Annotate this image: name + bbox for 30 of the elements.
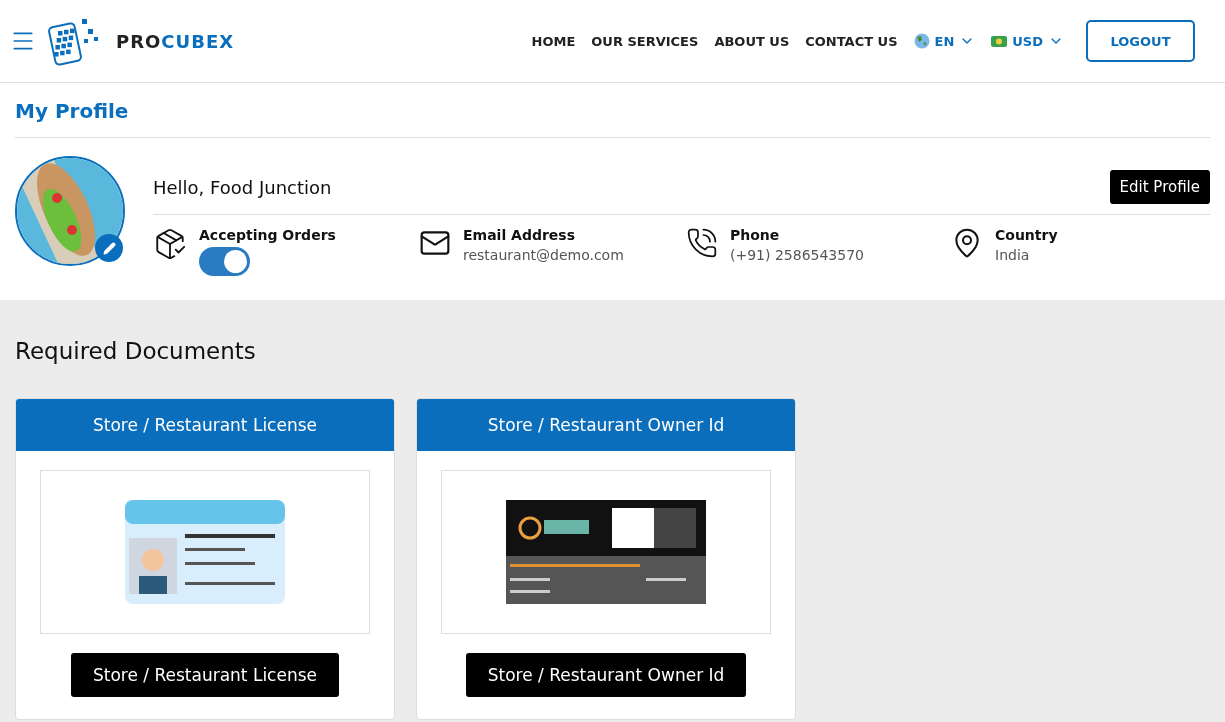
nav-link[interactable]: HOME (531, 33, 576, 49)
info-value: (+91) 2586543570 (730, 247, 864, 263)
edit-profile-button[interactable]: Edit Profile (1109, 170, 1210, 204)
info-label: Email Address (463, 227, 576, 243)
info-label: Phone (730, 227, 781, 243)
nav-link[interactable]: ABOUT US (714, 33, 790, 49)
edit-avatar-button[interactable] (95, 234, 123, 262)
page-title: My Profile (15, 99, 1210, 138)
package-icon (153, 227, 187, 261)
info-value: India (995, 247, 1031, 263)
pencil-icon (102, 241, 116, 255)
toggle-switch[interactable] (199, 247, 250, 276)
info-label: Accepting Orders (199, 227, 336, 243)
info-label: Country (995, 227, 1058, 243)
currency-dropdown[interactable]: USD (991, 33, 1064, 49)
document-button[interactable]: Store / Restaurant License (71, 653, 339, 697)
info-value: restaurant@demo.com (463, 247, 624, 263)
card-title: Store / Restaurant Owner Id (417, 399, 795, 451)
nav-link[interactable]: OUR SERVICES (591, 33, 699, 49)
greeting: Hello, Food Junction (153, 176, 332, 198)
language-dropdown[interactable]: EN (913, 33, 976, 49)
phone-icon (686, 227, 718, 259)
card-title: Store / Restaurant License (16, 399, 394, 451)
document-button[interactable]: Store / Restaurant Owner Id (465, 653, 747, 697)
globe-icon (913, 33, 930, 49)
nav-link[interactable]: CONTACT US (805, 33, 898, 49)
logout-button[interactable]: LOGOUT (1086, 20, 1195, 62)
banknote-icon (991, 35, 1008, 47)
brand-name: PROCUBEX (116, 30, 235, 52)
section-title: Required Documents (15, 338, 257, 364)
